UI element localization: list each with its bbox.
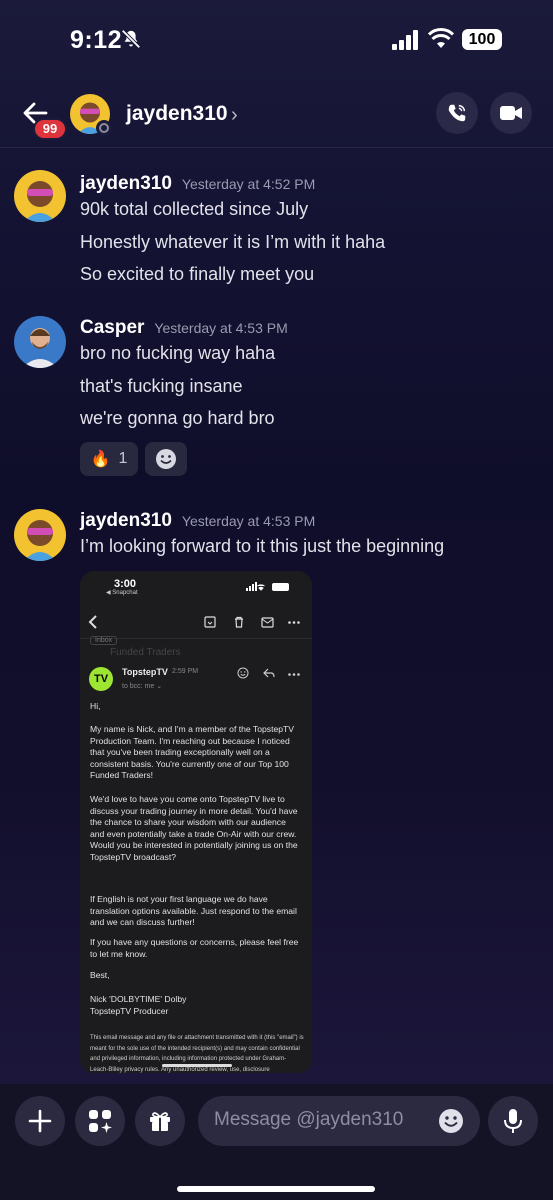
chat-header: 99 jayden310 ›	[0, 80, 553, 148]
message-timestamp: Yesterday at 4:52 PM	[181, 176, 316, 192]
more-icon	[288, 673, 300, 676]
fire-emoji: 🔥	[90, 451, 111, 468]
email-paragraph: My name is Nick, and I'm a member of the…	[90, 724, 294, 781]
more-icon	[288, 621, 300, 624]
email-paragraph: Best,	[90, 970, 110, 980]
message-text[interactable]: 90k total collected since July	[80, 199, 308, 220]
message-timestamp: Yesterday at 4:53 PM	[181, 513, 316, 529]
message-author[interactable]: Casper	[80, 317, 144, 339]
bell-slash-icon	[121, 29, 141, 49]
reaction-count: 1	[118, 450, 128, 467]
email-paragraph: If English is not your first language we…	[90, 894, 297, 928]
sender-logo: TV	[89, 667, 113, 691]
mail-icon	[261, 617, 274, 628]
message-text[interactable]: I’m looking forward to it this just the …	[80, 536, 444, 557]
email-paragraph: We'd love to have you come onto TopstepT…	[90, 794, 298, 862]
email-paragraph: Hi,	[90, 701, 101, 711]
reply-icon	[263, 668, 275, 678]
attachment-home-indicator	[162, 1064, 232, 1067]
message-input[interactable]: Message @jayden310	[198, 1096, 480, 1146]
voice-call-button[interactable]	[436, 92, 478, 134]
message-header: jayden310 Yesterday at 4:52 PM	[80, 173, 315, 195]
emoji-icon[interactable]	[438, 1108, 464, 1134]
unread-badge: 99	[33, 118, 67, 140]
voice-message-button[interactable]	[488, 1096, 538, 1146]
message-timestamp: Yesterday at 4:53 PM	[154, 320, 288, 336]
archive-icon	[204, 616, 216, 628]
video-camera-icon	[500, 106, 522, 120]
email-paragraph: TopstepTV Producer	[90, 1006, 169, 1016]
avatar[interactable]	[14, 316, 66, 368]
status-time: 9:12	[70, 26, 123, 54]
apps-icon	[89, 1110, 112, 1133]
message-text[interactable]: So excited to finally meet you	[80, 264, 314, 285]
attachment-faded-subject: Funded Traders	[110, 647, 181, 658]
message-header: jayden310 Yesterday at 4:53 PM	[80, 510, 315, 532]
email-time: 2:59 PM	[172, 668, 199, 675]
emoji-react-icon	[237, 667, 249, 679]
message-text[interactable]: we're gonna go hard bro	[80, 408, 275, 429]
message-text[interactable]: Honestly whatever it is I’m with it haha	[80, 232, 385, 253]
status-bar: 9:12 100	[0, 0, 553, 80]
wifi-icon	[428, 28, 454, 48]
video-call-button[interactable]	[490, 92, 532, 134]
attachment-mail-toolbar: Funded Traders	[80, 605, 312, 658]
attachment-status-icons	[246, 582, 289, 591]
avatar[interactable]	[14, 170, 66, 222]
message-header: Casper Yesterday at 4:53 PM	[80, 317, 288, 339]
gift-button[interactable]	[135, 1096, 185, 1146]
chevron-left-icon	[88, 615, 97, 629]
chat-title[interactable]: jayden310	[126, 102, 228, 126]
signal-icon	[392, 30, 418, 50]
message-author[interactable]: jayden310	[80, 510, 172, 532]
avatar[interactable]	[14, 509, 66, 561]
battery-indicator: 100	[462, 29, 502, 50]
message-text[interactable]: that's fucking insane	[80, 376, 243, 397]
plus-icon	[28, 1109, 52, 1133]
reaction-fire[interactable]: 🔥 1	[80, 442, 138, 476]
microphone-icon	[504, 1109, 522, 1133]
email-paragraph: If you have any questions or concerns, p…	[90, 937, 299, 959]
chevron-right-icon[interactable]: ›	[231, 104, 238, 127]
email-legal-text: This email message and any file or attac…	[90, 1035, 304, 1073]
email-recipient: to bcc: me ⌄	[122, 683, 163, 690]
message-text[interactable]: bro no fucking way haha	[80, 343, 275, 364]
gift-icon	[150, 1112, 170, 1131]
apps-button[interactable]	[75, 1096, 125, 1146]
status-indicator	[96, 120, 112, 136]
home-indicator	[177, 1186, 375, 1192]
message-composer: Message @jayden310	[0, 1084, 553, 1200]
email-paragraph: Nick 'DOLBYTIME' Dolby	[90, 994, 187, 1004]
smiley-add-icon	[156, 449, 176, 469]
phone-icon	[448, 104, 466, 122]
inbox-tag: Inbox	[90, 636, 118, 645]
trash-icon	[235, 616, 243, 628]
image-attachment[interactable]: 3:00 ◀ Snapchat Funded Traders Inbox TV …	[80, 571, 312, 1073]
message-author[interactable]: jayden310	[80, 173, 172, 195]
message-input-placeholder: Message @jayden310	[214, 1109, 404, 1130]
attachment-status-bar: 3:00 ◀ Snapchat	[80, 571, 312, 601]
attachment-back-app: ◀ Snapchat	[106, 590, 138, 596]
email-sender: TopstepTV	[122, 667, 168, 677]
add-attachment-button[interactable]	[15, 1096, 65, 1146]
add-reaction-button[interactable]	[145, 442, 187, 476]
